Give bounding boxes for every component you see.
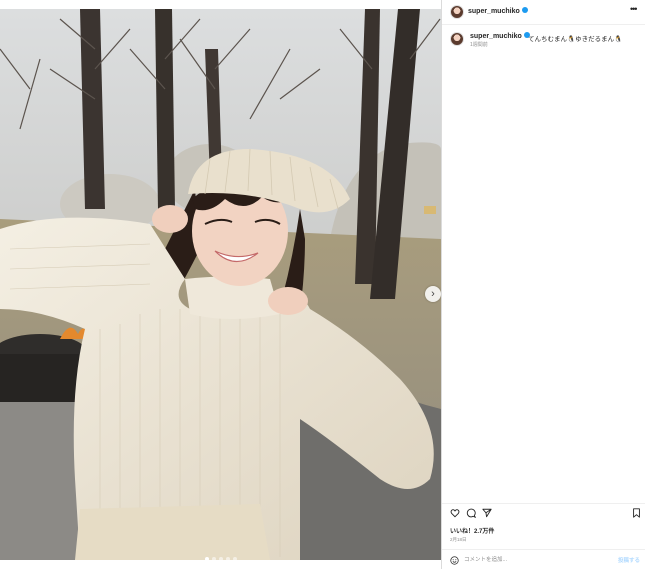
comment-icon[interactable]	[466, 508, 476, 518]
caption-time: 1週間前	[470, 42, 488, 48]
post-header: super_muchiko •••	[442, 0, 645, 25]
post-date: 2月18日	[450, 537, 467, 542]
post-photo[interactable]: ›	[0, 9, 441, 560]
caption-text: てんちむまん🐧ゆきだるまん🐧	[528, 36, 623, 43]
carousel-dot	[205, 557, 209, 560]
carousel-dot	[233, 557, 237, 560]
post-image	[0, 9, 441, 560]
carousel-next-button[interactable]: ›	[425, 286, 441, 302]
post-side-panel: super_muchiko ••• super_muchiko てんちむまん🐧ゆ…	[441, 0, 645, 569]
more-dots-icon[interactable]: •••	[630, 4, 638, 14]
comment-input[interactable]	[464, 554, 604, 566]
caption-username-link[interactable]: super_muchiko	[470, 33, 522, 40]
carousel-dot	[226, 557, 230, 560]
avatar[interactable]	[450, 5, 464, 19]
username-link[interactable]: super_muchiko	[468, 8, 520, 15]
paper-plane-icon[interactable]	[482, 508, 492, 518]
smiley-icon[interactable]	[450, 556, 459, 565]
heart-icon[interactable]	[450, 508, 460, 518]
caption-username[interactable]: super_muchiko	[470, 32, 530, 40]
carousel-dot	[212, 557, 216, 560]
carousel-indicator	[205, 557, 237, 560]
header-username[interactable]: super_muchiko	[468, 7, 528, 15]
instagram-post-modal: › super_muchiko ••• super_muchiko てんちむまん…	[0, 0, 645, 569]
carousel-dot	[219, 557, 223, 560]
post-comment-button[interactable]: 投稿する	[618, 556, 640, 564]
verified-badge-icon	[521, 7, 528, 14]
like-count[interactable]: いいね！2.7万件	[450, 526, 494, 535]
bookmark-icon[interactable]	[632, 508, 641, 518]
caption-avatar[interactable]	[450, 32, 464, 46]
